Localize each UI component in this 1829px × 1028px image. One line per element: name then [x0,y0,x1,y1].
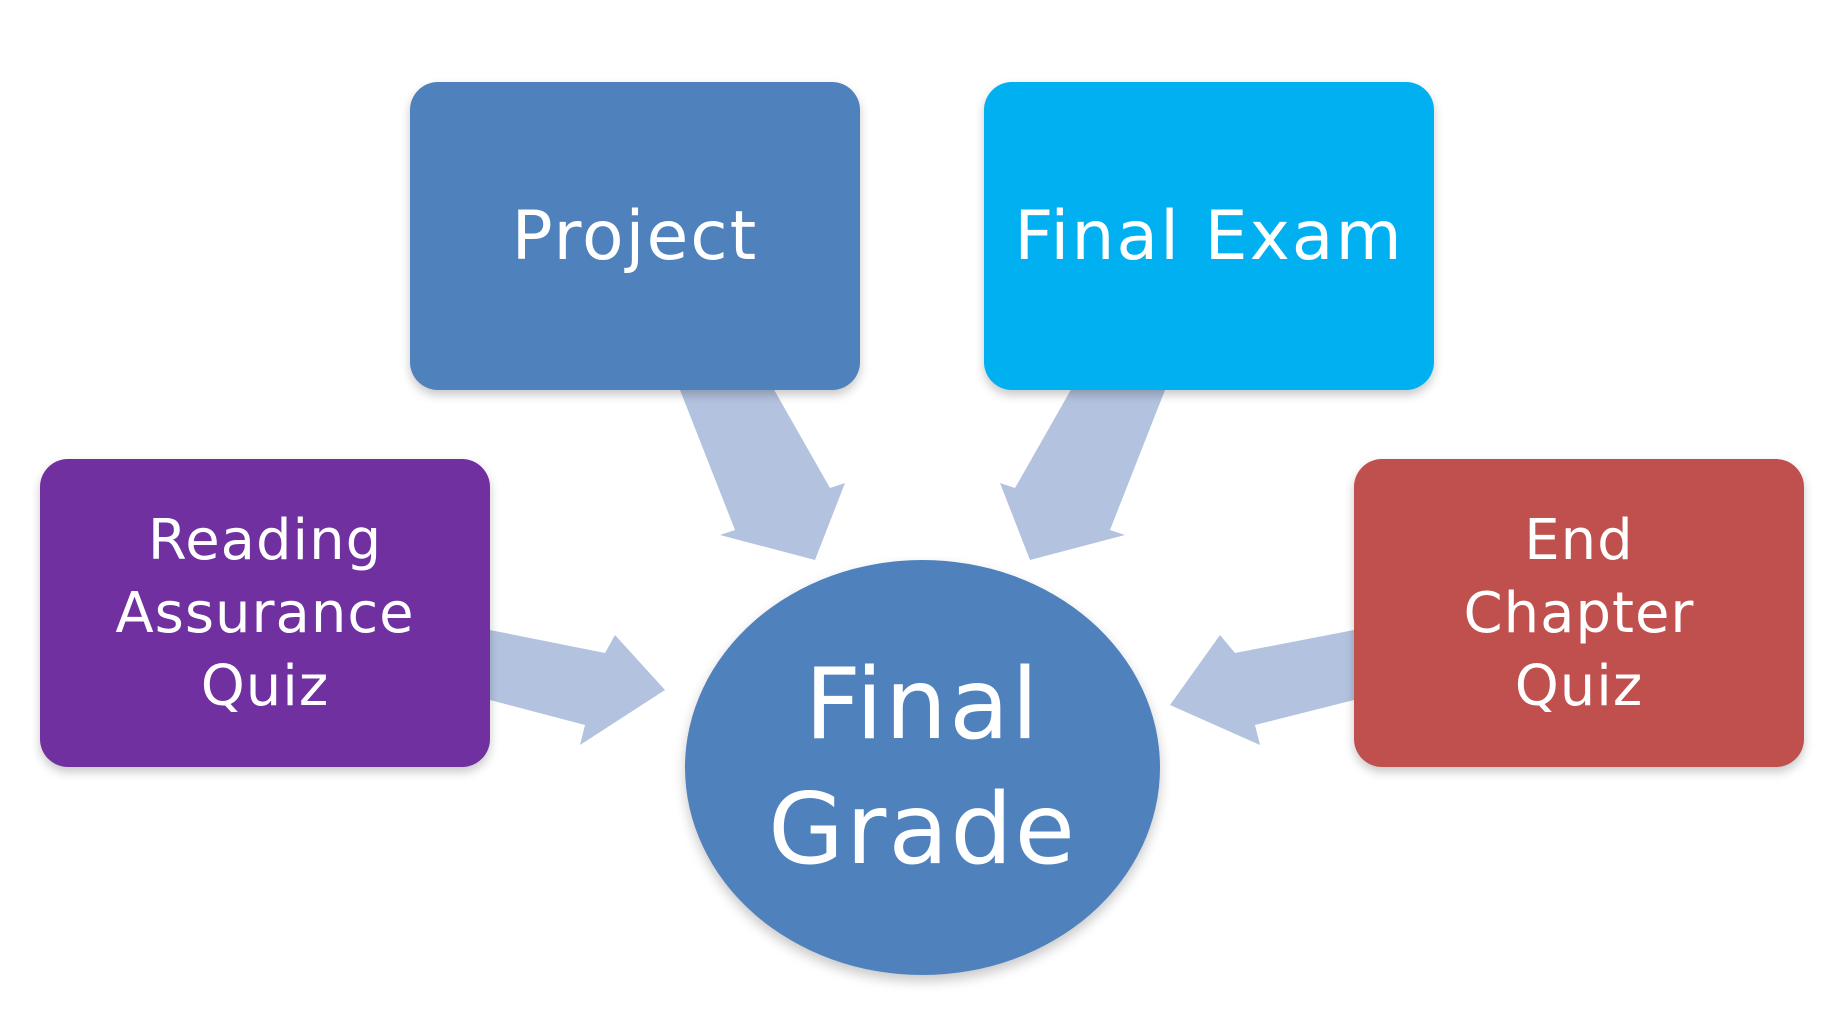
reading-assurance-quiz-label: Reading Assurance Quiz [115,507,415,719]
final-grade-label: Final Grade [768,647,1077,887]
arrow-project-to-final-grade [680,365,845,560]
arrow-end-chapter-to-final-grade [1170,630,1354,745]
final-grade-circle: Final Grade [685,560,1160,975]
arrow-final-exam-to-final-grade [1000,365,1165,560]
project-box: Project [410,82,860,390]
reading-assurance-quiz-box: Reading Assurance Quiz [40,459,490,767]
diagram-canvas: Project Final Exam Reading Assurance Qui… [0,0,1829,1028]
final-exam-box: Final Exam [984,82,1434,390]
final-exam-label: Final Exam [1014,196,1404,276]
project-label: Project [511,196,759,276]
end-chapter-quiz-box: End Chapter Quiz [1354,459,1804,767]
arrow-reading-to-final-grade [490,630,665,745]
end-chapter-quiz-label: End Chapter Quiz [1463,507,1695,719]
